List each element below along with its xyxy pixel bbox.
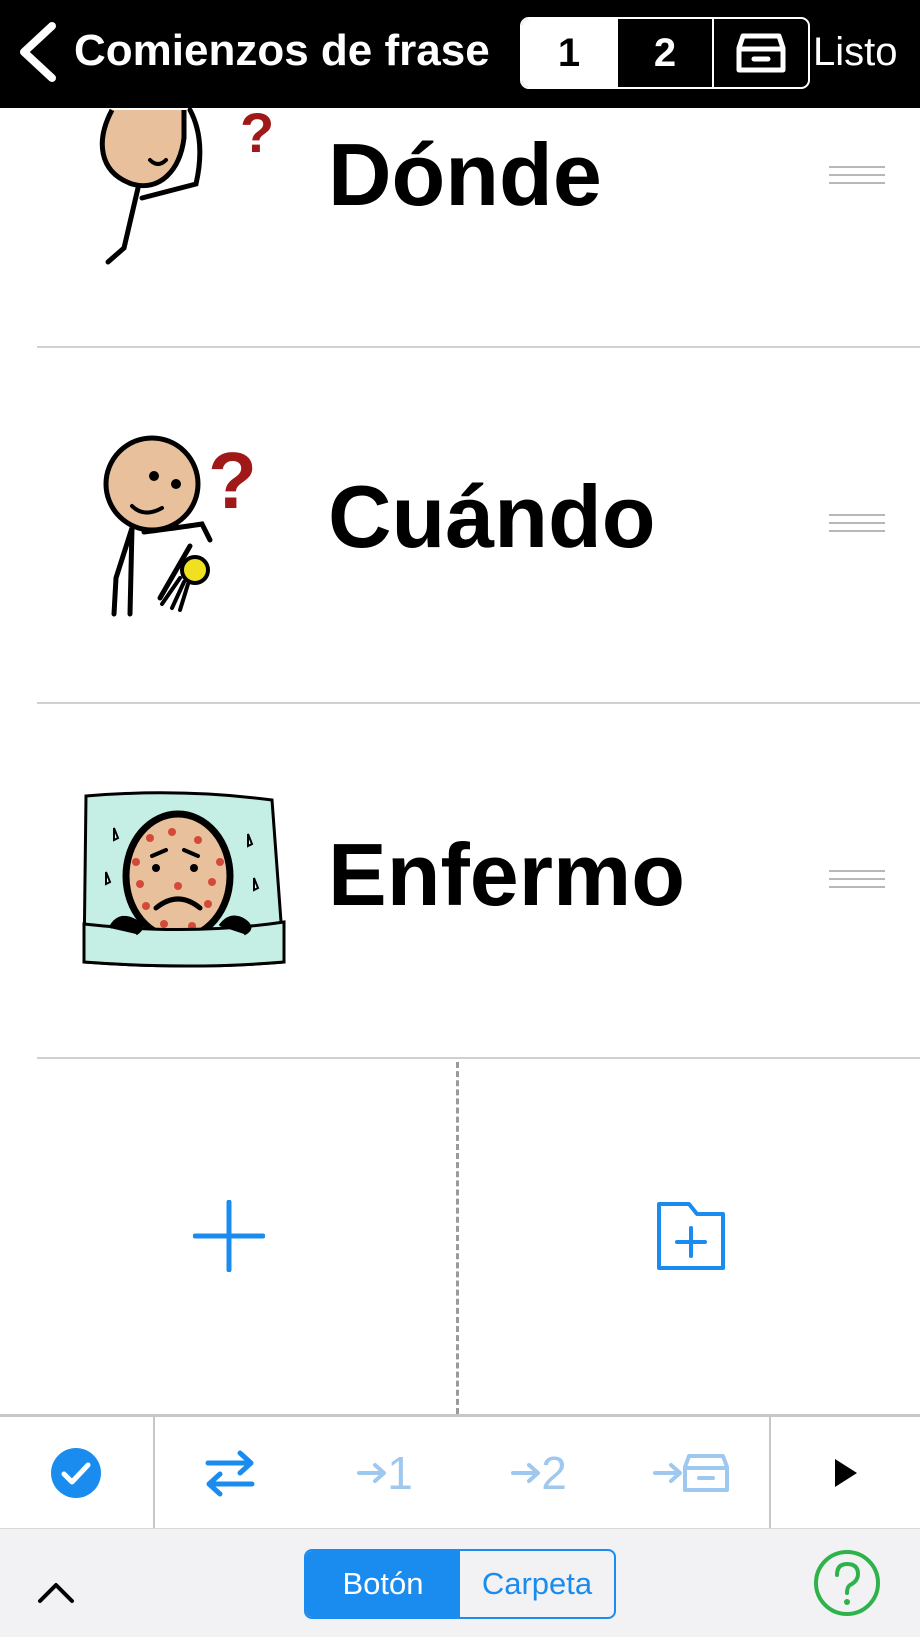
segment-page-2[interactable]: 2 (616, 19, 712, 87)
move-to-page-1-button[interactable]: 1 (330, 1417, 440, 1528)
chevron-left-icon[interactable] (14, 20, 64, 84)
sick-person-in-bed-icon (82, 791, 286, 968)
chevron-up-icon[interactable] (34, 1577, 78, 1607)
bottom-bar: Botón Carpeta (0, 1528, 920, 1637)
nav-bar: Comienzos de frase 1 2 Listo (0, 0, 920, 108)
svg-text:?: ? (208, 436, 257, 525)
plus-icon (193, 1200, 265, 1272)
mode-button-option[interactable]: Botón (306, 1551, 460, 1617)
item-label: Dónde (328, 125, 602, 224)
move-to-archive-button[interactable] (636, 1417, 746, 1528)
drag-handle-icon[interactable] (829, 166, 885, 190)
action-toolbar: 1 2 (0, 1414, 920, 1528)
play-button[interactable] (771, 1417, 920, 1528)
swap-button[interactable] (168, 1417, 292, 1528)
page-title: Comienzos de frase (74, 26, 490, 75)
done-button[interactable]: Listo (813, 30, 898, 75)
item-label: Cuándo (328, 467, 656, 566)
archive-box-icon (683, 1453, 729, 1492)
arrow-right-icon (653, 1462, 682, 1483)
list-item[interactable]: ? Dónde (0, 101, 920, 348)
segment-page-1[interactable]: 1 (522, 19, 616, 87)
move-target-label: 2 (541, 1446, 567, 1499)
svg-text:?: ? (240, 101, 274, 164)
question-circle-icon[interactable] (812, 1548, 882, 1618)
checkmark-circle-icon (51, 1447, 101, 1498)
mode-segmented-control: Botón Carpeta (304, 1549, 616, 1619)
page-segmented-control: 1 2 (520, 17, 810, 89)
segment-archive[interactable] (712, 19, 808, 87)
list-item[interactable]: ? Cuándo (0, 348, 920, 703)
list-item[interactable]: Enfermo (0, 704, 920, 1058)
person-question-icon: ? (99, 101, 274, 265)
archive-box-icon (736, 33, 786, 73)
person-clock-question-icon: ? (103, 435, 257, 617)
drag-handle-icon[interactable] (829, 514, 885, 538)
add-area-divider (456, 1062, 459, 1414)
add-area (0, 1058, 920, 1414)
arrow-right-icon (511, 1462, 541, 1483)
add-button[interactable] (0, 1058, 458, 1414)
select-button[interactable] (0, 1417, 152, 1528)
drag-handle-icon[interactable] (829, 870, 885, 894)
add-folder-button[interactable] (462, 1058, 920, 1414)
folder-plus-icon (657, 1202, 725, 1270)
toolbar-divider (153, 1417, 155, 1528)
arrow-right-icon (357, 1462, 387, 1483)
play-icon (834, 1458, 857, 1487)
move-target-label: 1 (387, 1446, 413, 1499)
swap-arrows-icon (205, 1450, 255, 1496)
item-label: Enfermo (328, 825, 685, 924)
move-to-page-2-button[interactable]: 2 (484, 1417, 594, 1528)
mode-folder-option[interactable]: Carpeta (460, 1551, 614, 1617)
